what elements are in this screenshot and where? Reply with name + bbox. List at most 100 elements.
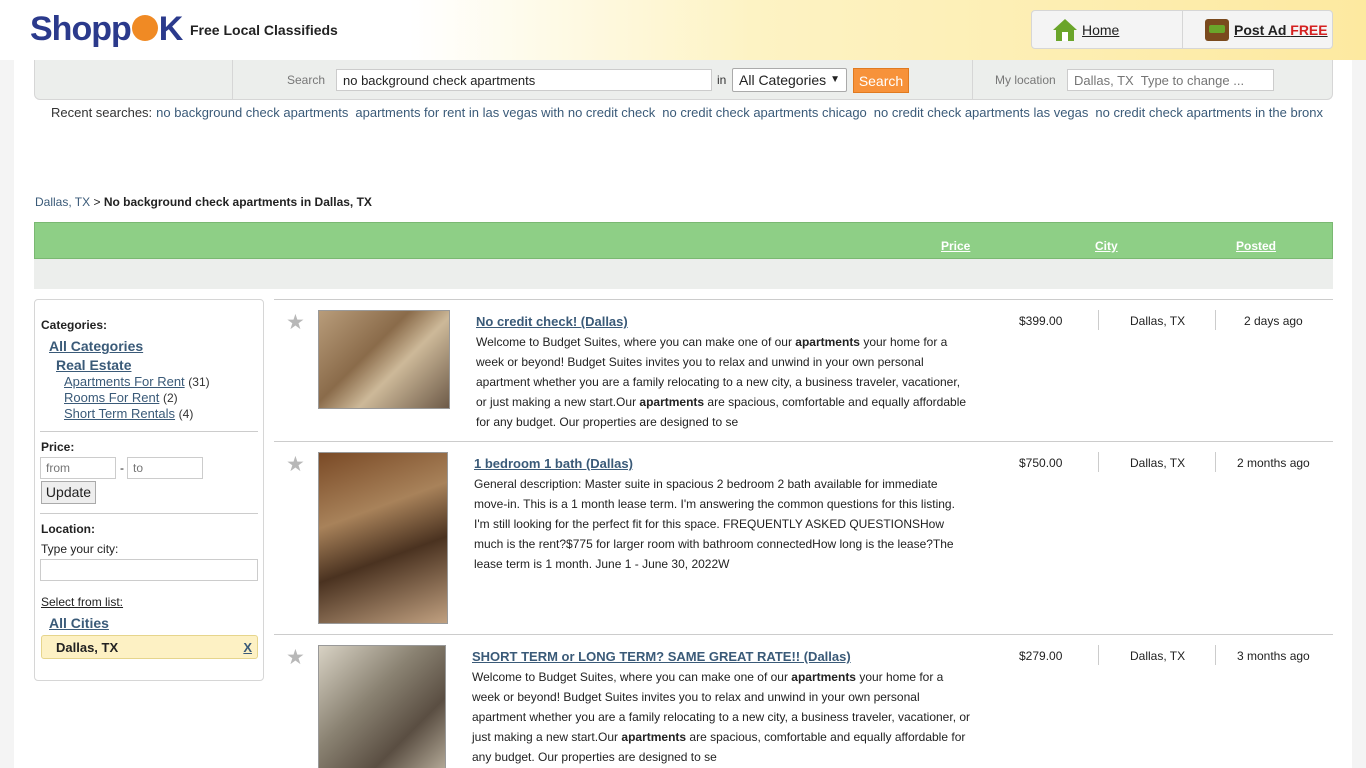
subcategory-link[interactable]: Apartments For Rent [64,374,185,389]
remove-city-button[interactable]: X [243,640,252,655]
selected-city-chip: Dallas, TX X [41,635,258,659]
site-header: Shopp K Free Local Classifieds Home Post … [0,0,1366,60]
home-icon [1053,19,1077,41]
star-icon[interactable]: ★ [286,645,305,670]
subcategory-item: Short Term Rentals (4) [64,406,193,421]
recent-search-link[interactable]: apartments for rent in las vegas with no… [355,105,655,120]
description-keyword: apartments [791,670,856,684]
divider [1215,645,1216,665]
divider [1098,310,1099,330]
listing-price: $750.00 [1019,456,1063,470]
divider [1215,452,1216,472]
post-ad-free: FREE [1290,22,1328,38]
listing-thumbnail[interactable] [318,310,450,409]
listing-price: $279.00 [1019,649,1063,663]
listing-description: Welcome to Budget Suites, where you can … [476,332,970,432]
listing-title-link[interactable]: SHORT TERM or LONG TERM? SAME GREAT RATE… [472,649,851,664]
recent-search-link[interactable]: no background check apartments [156,105,348,120]
my-location-label: My location [995,73,1056,87]
results-subheader [34,259,1333,289]
real-estate-link[interactable]: Real Estate [56,357,131,373]
shoppok-logo[interactable]: Shopp K [30,10,184,49]
listing-posted: 3 months ago [1237,649,1310,663]
recent-searches: Recent searches: no background check apar… [51,105,1326,120]
listing-thumbnail[interactable] [318,452,448,624]
chevron-down-icon: ▼ [830,74,840,85]
recent-search-link[interactable]: no credit check apartments las vegas [874,105,1089,120]
category-select[interactable]: All Categories ▼ [732,68,847,92]
listing-title-link[interactable]: 1 bedroom 1 bath (Dallas) [474,456,633,471]
listing-city: Dallas, TX [1130,649,1186,663]
shopping-bag-icon [1205,19,1229,41]
listing-city: Dallas, TX [1130,456,1186,470]
divider [1215,310,1216,330]
listing-row: ★ SHORT TERM or LONG TERM? SAME GREAT RA… [274,634,1333,768]
description-keyword: apartments [639,395,705,409]
listing-title-link[interactable]: No credit check! (Dallas) [476,314,628,329]
subcategory-count: (31) [188,375,210,389]
divider [972,60,973,99]
divider [1098,645,1099,665]
listing-description: Welcome to Budget Suites, where you can … [472,667,972,767]
logo-cart-icon [131,15,158,42]
in-label: in [717,73,727,87]
divider [40,431,258,432]
description-text: Welcome to Budget Suites, where you can … [472,670,792,684]
listing-price: $399.00 [1019,314,1063,328]
search-input[interactable] [336,69,712,91]
description-text: Welcome to Budget Suites, where you can … [476,335,796,349]
search-bar: Search in All Categories▼ Search My loca… [34,60,1333,100]
subcategory-item: Rooms For Rent (2) [64,390,178,405]
listing-posted: 2 days ago [1244,314,1303,328]
header-nav: Home Post Ad FREE [1031,10,1333,49]
listing-row: ★ No credit check! (Dallas) Welcome to B… [274,299,1333,441]
recent-searches-label: Recent searches: [51,105,153,120]
home-nav[interactable]: Home [1032,11,1183,48]
recent-search-link[interactable]: no credit check apartments in the bronx [1095,105,1323,120]
type-city-label: Type your city: [41,542,119,556]
logo-text-left: Shopp [30,10,132,48]
price-heading: Price: [41,440,75,454]
subcategory-count: (4) [178,407,194,421]
filter-sidebar: Categories: All Categories Real Estate A… [34,299,264,681]
sort-price-link[interactable]: Price [941,239,970,253]
post-ad-nav[interactable]: Post Ad FREE [1183,11,1333,48]
subcategory-count: (2) [163,391,178,405]
listing-thumbnail[interactable] [318,645,446,768]
location-input[interactable] [1067,69,1274,91]
all-cities-link[interactable]: All Cities [49,615,109,631]
listing-posted: 2 months ago [1237,456,1310,470]
listing-row: ★ 1 bedroom 1 bath (Dallas) General desc… [274,441,1333,634]
divider [1098,452,1099,472]
tagline: Free Local Classifieds [190,22,338,38]
home-link[interactable]: Home [1082,22,1119,38]
breadcrumb-link[interactable]: Dallas, TX [35,195,90,209]
description-keyword: apartments [795,335,860,349]
price-from-input[interactable] [40,457,116,479]
star-icon[interactable]: ★ [286,452,305,477]
sort-posted-link[interactable]: Posted [1236,239,1276,253]
sort-city-link[interactable]: City [1095,239,1118,253]
star-icon[interactable]: ★ [286,310,305,335]
page-title: No background check apartments in Dallas… [103,195,372,209]
selected-city-label: Dallas, TX [56,640,119,655]
subcategory-link[interactable]: Rooms For Rent [64,390,159,405]
breadcrumb: Dallas, TX > No background check apartme… [35,195,372,209]
subcategory-link[interactable]: Short Term Rentals [64,406,175,421]
search-button[interactable]: Search [853,68,909,93]
divider [40,513,258,514]
description-keyword: apartments [621,730,687,744]
location-heading: Location: [41,522,95,536]
logo-text-right: K [158,10,184,48]
price-to-input[interactable] [127,457,203,479]
category-select-value: All Categories [739,72,827,88]
recent-search-link[interactable]: no credit check apartments chicago [662,105,867,120]
search-label: Search [287,73,326,87]
update-price-button[interactable]: Update [41,481,96,504]
all-categories-link[interactable]: All Categories [49,338,143,354]
post-ad-label: Post Ad [1234,22,1287,38]
post-ad-link[interactable]: Post Ad FREE [1234,22,1328,38]
listing-city: Dallas, TX [1130,314,1186,328]
city-input[interactable] [40,559,258,581]
subcategory-item: Apartments For Rent (31) [64,374,210,389]
